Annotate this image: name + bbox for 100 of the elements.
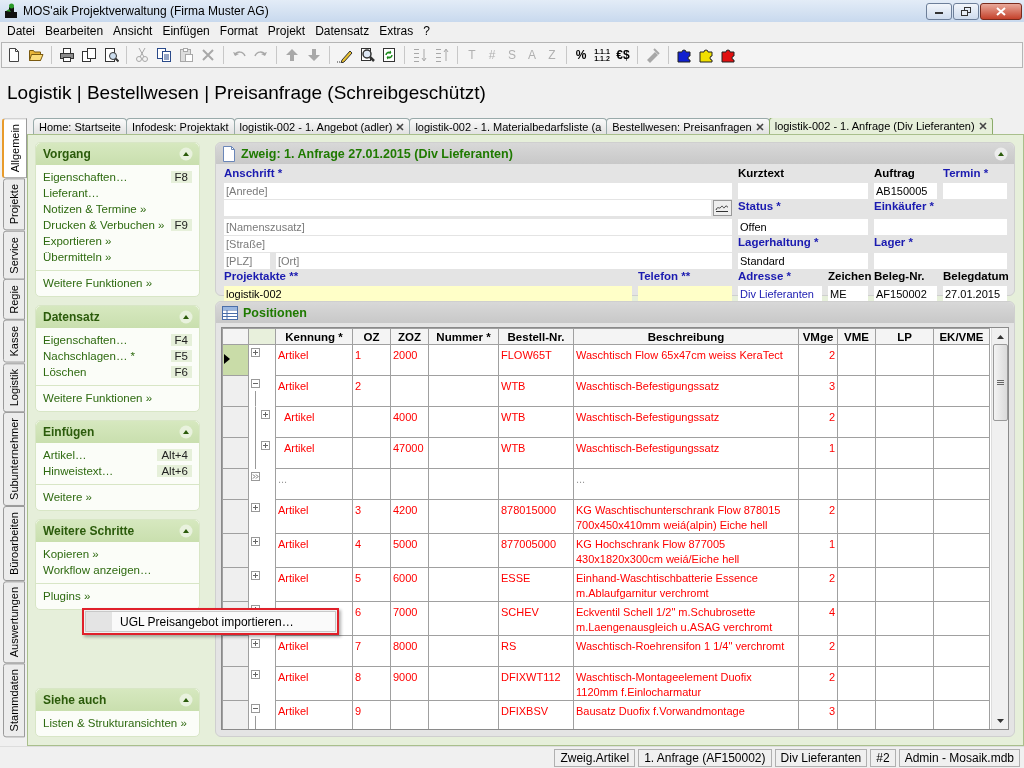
close-button[interactable] [980,2,1022,20]
expand-icon[interactable] [251,570,260,580]
toolbar-button[interactable]: €$ [616,48,630,62]
task-link[interactable]: Eigenschaften… [43,171,128,183]
copy-icon[interactable] [156,47,172,63]
text-field[interactable]: [Anrede] [224,183,732,199]
expand-icon[interactable] [261,440,270,450]
folder-icon[interactable] [28,47,44,63]
side-tab[interactable]: Stammdaten [3,663,25,738]
task-link[interactable]: Notizen & Termine » [43,203,147,215]
side-tab[interactable]: Subunternehmer [3,412,25,506]
menu-item[interactable]: UGL Preisangebot importieren… [85,611,336,632]
column-header[interactable]: ZOZ [390,328,429,345]
column-header[interactable]: Bestell-Nr. [498,328,574,345]
document-tab[interactable]: Infodesk: Projektakt [125,118,235,134]
text-field[interactable] [943,183,1007,199]
expand-icon[interactable] [251,638,260,648]
column-header[interactable]: Nummer * [428,328,499,345]
text-field[interactable]: Offen [738,219,868,235]
menu-item[interactable]: Datei [2,24,40,38]
task-link[interactable]: Artikel… [43,449,87,461]
text-field[interactable]: ME [828,286,868,302]
task-link[interactable]: Nachschlagen… * [43,350,136,362]
menu-item[interactable]: Projekt [262,24,311,38]
text-field[interactable] [738,183,868,199]
text-field[interactable] [874,253,1007,269]
text-field[interactable]: [PLZ] [224,253,270,269]
task-link[interactable]: Hinweistext… [43,465,114,477]
restore-button[interactable] [953,2,979,20]
menu-item[interactable]: Format [214,24,263,38]
side-tab[interactable]: Kasse [3,320,25,363]
printer-icon[interactable] [59,47,75,63]
text-field[interactable]: AB150005 [874,183,937,199]
text-field[interactable]: 27.01.2015 [943,286,1007,302]
menu-item[interactable]: Einfügen [157,24,215,38]
side-tab[interactable]: Service [3,230,25,280]
collapse-icon[interactable] [251,378,260,388]
puzzle-icon[interactable] [720,47,736,63]
task-link[interactable]: Kopieren » [43,548,99,560]
text-field[interactable]: AF150002 [874,286,937,302]
menu-item[interactable]: Bearbeiten [40,24,109,38]
menu-item[interactable]: Datensatz [310,24,375,38]
expand-icon[interactable] [251,536,260,546]
column-header[interactable]: VMge [798,328,838,345]
document-tab[interactable]: Bestellwesen: Preisanfragen [606,118,770,134]
column-header[interactable]: OZ [352,328,391,345]
side-tab[interactable]: Regie [3,279,25,321]
task-link[interactable]: Workflow anzeigen… [43,564,152,576]
side-tab[interactable]: Büroarbeiten [3,505,25,581]
scroll-down-icon[interactable] [995,718,1005,724]
column-header[interactable]: EK/VME [933,328,990,345]
puzzle-icon[interactable] [698,47,714,63]
text-field[interactable]: Standard [738,253,868,269]
text-field[interactable]: logistik-002 [224,286,632,302]
document-tab[interactable]: logistik-002 - 1. Angebot (adler) [233,118,411,134]
collapse-icon[interactable] [179,425,193,439]
close-icon[interactable] [396,122,405,131]
document-tab[interactable]: Home: Startseite [33,118,127,134]
documents-icon[interactable] [81,47,97,63]
text-field[interactable] [224,200,711,216]
picker-button[interactable] [712,200,732,216]
column-header[interactable]: Kennung * [275,328,353,345]
column-header[interactable]: LP [875,328,934,345]
close-icon[interactable] [978,122,987,130]
task-link[interactable]: Übermitteln » [43,251,112,263]
task-link[interactable]: Weitere » [43,491,92,503]
task-link[interactable]: Exportieren » [43,235,112,247]
print-preview-icon[interactable] [103,47,119,63]
text-field[interactable] [638,286,732,302]
menu-item[interactable]: Ansicht [108,24,158,38]
minimize-button[interactable] [926,2,952,20]
document-tab[interactable]: logistik-002 - 1. Anfrage (Div Lieferanten) [768,118,993,134]
row-header[interactable] [222,344,249,376]
task-link[interactable]: Plugins » [43,590,91,602]
collapse-icon[interactable] [179,310,193,324]
expand-icon[interactable] [251,502,260,512]
new-file-icon[interactable] [6,47,22,63]
task-link[interactable]: Eigenschaften… [43,334,128,346]
more-icon[interactable] [251,471,260,481]
menu-item[interactable]: ? [418,24,435,38]
task-link[interactable]: Drucken & Verbuchen » [43,219,165,231]
collapse-icon[interactable] [179,147,193,161]
close-icon[interactable] [755,122,764,131]
expand-icon[interactable] [261,409,270,419]
toolbar-button[interactable]: % [574,48,588,62]
task-link[interactable]: Weitere Funktionen » [43,392,153,404]
text-field[interactable]: Div Lieferanten [738,286,822,302]
side-tab[interactable]: Auswertungen [3,580,25,664]
text-field[interactable]: [Ort] [276,253,732,269]
column-header[interactable]: VME [837,328,876,345]
side-tab[interactable]: Logistik [3,362,25,412]
task-link[interactable]: Lieferant… [43,187,100,199]
text-field[interactable] [874,219,1007,235]
document-tab[interactable]: logistik-002 - 1. Materialbedarfsliste (a [409,118,608,134]
side-tab[interactable]: Projekte [3,178,25,231]
side-tab[interactable]: Allgemein [2,118,27,179]
scroll-up-icon[interactable] [995,334,1005,340]
refresh-icon[interactable] [381,47,397,63]
collapse-icon[interactable] [179,524,193,538]
text-field[interactable]: [Namenszusatz] [224,219,732,235]
